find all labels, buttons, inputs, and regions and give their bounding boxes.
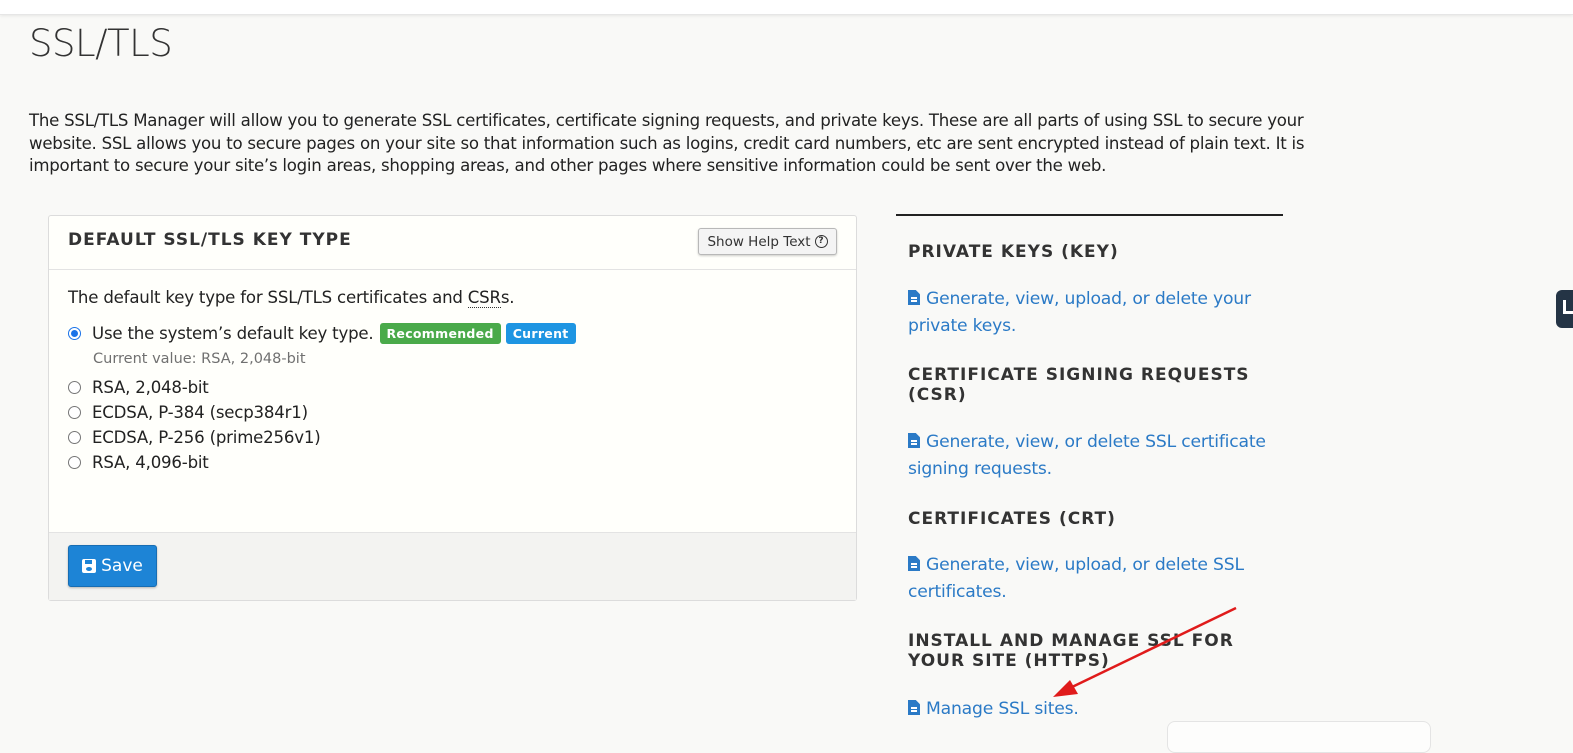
arrow-head <box>1053 680 1078 697</box>
show-help-text-button[interactable]: Show Help Text ? <box>698 228 837 255</box>
manage-ssl-sites-link[interactable]: Manage SSL sites. <box>908 696 1268 723</box>
panel-description: The default key type for SSL/TLS certifi… <box>68 288 515 308</box>
section-divider <box>896 214 1283 216</box>
csr-heading: CERTIFICATE SIGNING REQUESTS (CSR) <box>908 365 1250 405</box>
radio-ecdsa-p384[interactable] <box>68 406 81 419</box>
recommended-badge: Recommended <box>379 323 501 344</box>
radio-ecdsa-p256[interactable] <box>68 431 81 444</box>
radio-system-default[interactable] <box>68 327 81 340</box>
manage-ssl-sites-link-text: Manage SSL sites. <box>926 699 1079 719</box>
option-label: ECDSA, P-384 (secp384r1) <box>92 403 308 422</box>
file-text-icon <box>908 433 920 448</box>
option-label: ECDSA, P-256 (prime256v1) <box>92 428 321 447</box>
install-manage-ssl-heading: INSTALL AND MANAGE SSL FOR YOUR SITE (HT… <box>908 631 1234 671</box>
default-key-type-panel: DEFAULT SSL/TLS KEY TYPE Show Help Text … <box>48 215 857 601</box>
radio-rsa-4096[interactable] <box>68 456 81 469</box>
certificates-link[interactable]: Generate, view, upload, or delete SSL ce… <box>908 552 1268 606</box>
page-title: SSL/TLS <box>29 22 173 65</box>
file-text-icon <box>908 556 920 571</box>
option-label: Use the system’s default key type. <box>92 324 374 343</box>
file-text-icon <box>908 700 920 715</box>
save-button[interactable]: Save <box>68 545 157 587</box>
option-system-default[interactable]: Use the system’s default key type. Recom… <box>68 323 576 344</box>
certificates-link-text: Generate, view, upload, or delete SSL ce… <box>908 555 1244 602</box>
csr-link-text: Generate, view, or delete SSL certificat… <box>908 432 1266 479</box>
side-widget-icon <box>1563 300 1573 314</box>
option-ecdsa-p256[interactable]: ECDSA, P-256 (prime256v1) <box>68 428 321 447</box>
description-suffix: s. <box>500 288 515 307</box>
question-circle-icon: ? <box>814 235 828 248</box>
current-badge: Current <box>505 323 576 344</box>
corner-popup-card <box>1167 721 1431 753</box>
floppy-disk-icon <box>82 559 97 573</box>
private-keys-link[interactable]: Generate, view, upload, or delete your p… <box>908 286 1268 340</box>
panel-footer: Save <box>49 532 856 600</box>
option-rsa-4096[interactable]: RSA, 4,096-bit <box>68 453 209 472</box>
private-keys-heading: PRIVATE KEYS (KEY) <box>908 242 1119 262</box>
panel-header: DEFAULT SSL/TLS KEY TYPE Show Help Text … <box>49 216 856 270</box>
csr-abbreviation[interactable]: CSR <box>467 288 501 308</box>
save-button-label: Save <box>101 556 143 576</box>
option-rsa-2048[interactable]: RSA, 2,048-bit <box>68 378 209 397</box>
radio-rsa-2048[interactable] <box>68 381 81 394</box>
panel-title: DEFAULT SSL/TLS KEY TYPE <box>68 230 352 250</box>
option-label: RSA, 2,048-bit <box>92 378 209 397</box>
help-button-label: Show Help Text <box>707 233 811 250</box>
csr-link[interactable]: Generate, view, or delete SSL certificat… <box>908 429 1268 483</box>
description-prefix: The default key type for SSL/TLS certifi… <box>68 288 468 307</box>
option-label: RSA, 4,096-bit <box>92 453 209 472</box>
certificates-heading: CERTIFICATES (CRT) <box>908 509 1116 529</box>
option-ecdsa-p384[interactable]: ECDSA, P-384 (secp384r1) <box>68 403 308 422</box>
current-value-text: Current value: RSA, 2,048-bit <box>93 351 306 367</box>
top-bar <box>0 0 1573 15</box>
intro-paragraph: The SSL/TLS Manager will allow you to ge… <box>29 111 1305 175</box>
private-keys-link-text: Generate, view, upload, or delete your p… <box>908 289 1251 336</box>
file-text-icon <box>908 290 920 305</box>
